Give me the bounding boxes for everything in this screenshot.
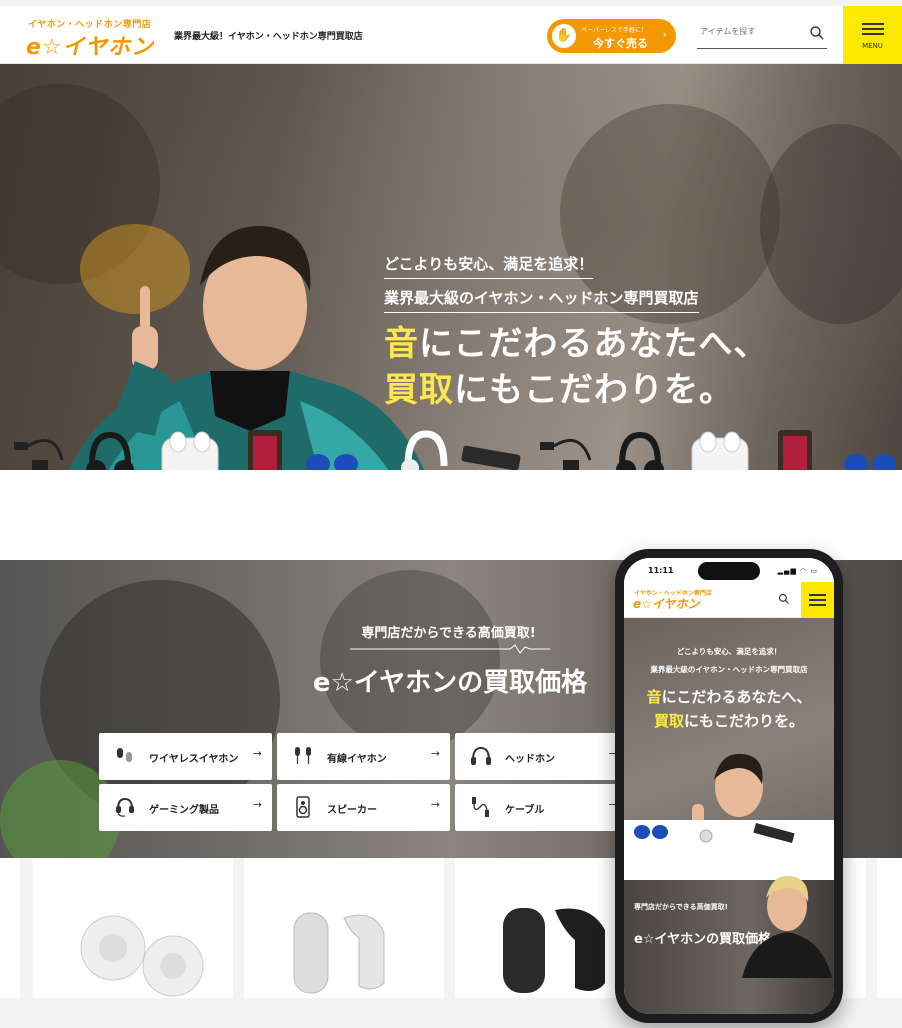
phone-product-row <box>634 813 795 844</box>
arrow-right-icon: → <box>252 747 262 760</box>
headphones-image <box>86 431 134 470</box>
category-wireless-earphones[interactable]: ワイヤレスイヤホン → <box>99 733 272 780</box>
hero-product-row <box>14 430 896 470</box>
hero-copy: どこよりも安心、満足を追求！ 業界最大級のイヤホン・ヘッドホン専門買取店 音にこ… <box>384 253 768 413</box>
hero-headline-line1: 音にこだわるあなたへ、 <box>384 324 769 364</box>
hamburger-icon <box>801 582 834 618</box>
speaker-icon <box>296 796 310 818</box>
in-ear-monitors-image <box>306 454 358 470</box>
music-player-image <box>248 430 282 470</box>
site-logo[interactable]: イヤホン・ヘッドホン専門店 e☆イヤホン <box>26 17 158 60</box>
phone-buy-kicker: 専門店だからできる高価買取! <box>634 903 728 911</box>
headphones-image-2 <box>616 431 664 470</box>
earbuds-case-image <box>161 431 219 470</box>
product-card[interactable] <box>244 858 444 998</box>
category-wired-earphones[interactable]: 有線イヤホン → <box>277 733 450 780</box>
open-ear-earbuds-image <box>80 915 204 997</box>
signal-wifi-battery-icon: ▂▄▆ ◠ ▭ <box>777 567 818 575</box>
product-card[interactable] <box>33 858 233 998</box>
wireless-earbuds-icon <box>117 748 132 762</box>
phone-hero-sub2: 業界最大級のイヤホン・ヘッドホン専門買取店 <box>650 665 808 674</box>
cable-icon <box>472 797 489 817</box>
adapter-cable-image <box>14 438 64 470</box>
dac-bar-image <box>461 445 521 470</box>
music-player-image-2 <box>778 430 812 470</box>
phone-mockup: 11:11 ▂▄▆ ◠ ▭ イヤホン・ヘッドホン専門店 e☆イヤホン どこよりも… <box>615 549 843 1023</box>
category-gaming[interactable]: ゲーミング製品 → <box>99 784 272 831</box>
sell-button-subtext: ペーパーレスで手軽に！ <box>581 27 647 34</box>
arrow-right-icon: → <box>252 798 262 811</box>
menu-label: MENU <box>862 42 883 50</box>
phone-header: イヤホン・ヘッドホン専門店 e☆イヤホン <box>624 582 834 618</box>
arrow-right-icon: → <box>430 798 440 811</box>
search-icon <box>778 593 789 604</box>
phone-buy-section: 専門店だからできる高価買取! e☆イヤホンの買取価格 <box>624 875 834 1014</box>
hero-headline-line2: 買取にもこだわりを。 <box>384 370 734 410</box>
sell-now-button[interactable]: ✋ ペーパーレスで手軽に！ 今すぐ売る › <box>547 19 676 53</box>
phone-hero-sub1: どこよりも安心、満足を追求！ <box>676 647 782 656</box>
header-tagline: 業界最大級！イヤホン・ヘッドホン専門買取店 <box>174 32 363 42</box>
phone-notch <box>698 562 760 580</box>
hero-banner: どこよりも安心、満足を追求！ 業界最大級のイヤホン・ヘッドホン専門買取店 音にこ… <box>0 64 902 470</box>
earbuds-case-image-2 <box>691 431 749 470</box>
gaming-headset-image <box>401 430 448 470</box>
phone-logo-wordmark: e☆イヤホン <box>633 597 700 611</box>
search-icon[interactable] <box>809 25 825 41</box>
gaming-headset-icon <box>116 797 134 817</box>
phone-hero-line2: 買取にもこだわりを。 <box>653 712 805 730</box>
chevron-right-icon: › <box>662 28 667 41</box>
waveform-divider-icon <box>350 644 550 654</box>
product-card[interactable] <box>0 858 20 998</box>
logo-wordmark: e☆イヤホン <box>26 35 154 60</box>
wired-earphones-icon <box>295 747 311 764</box>
hero-subheading-1: どこよりも安心、満足を追求！ <box>384 253 594 279</box>
buy-section-kicker: 専門店だからできる高価買取! <box>361 626 536 641</box>
arrow-right-icon: → <box>430 747 440 760</box>
category-headphones[interactable]: ヘッドホン → <box>455 733 628 780</box>
search-box <box>697 23 827 49</box>
search-input[interactable] <box>700 27 800 36</box>
phone-status-bar: 11:11 ▂▄▆ ◠ ▭ <box>624 558 834 582</box>
buy-section-title: e☆イヤホンの買取価格 <box>312 668 588 698</box>
phone-clock: 11:11 <box>648 566 674 575</box>
phone-buy-person-image <box>742 875 832 978</box>
headphones-icon <box>471 746 491 765</box>
phone-hero-line1: 音にこだわるあなたへ、 <box>646 688 812 706</box>
site-header: イヤホン・ヘッドホン専門店 e☆イヤホン 業界最大級！イヤホン・ヘッドホン専門買… <box>0 6 902 64</box>
product-card[interactable] <box>877 858 902 998</box>
hamburger-icon <box>862 23 884 35</box>
category-speakers[interactable]: スピーカー → <box>277 784 450 831</box>
phone-screen: 11:11 ▂▄▆ ◠ ▭ イヤホン・ヘッドホン専門店 e☆イヤホン どこよりも… <box>624 558 834 1014</box>
adapter-cable-image-2 <box>540 438 592 470</box>
hero-product-band <box>0 470 902 560</box>
menu-button[interactable]: MENU <box>843 6 902 64</box>
page: イヤホン・ヘッドホン専門店 e☆イヤホン 業界最大級！イヤホン・ヘッドホン専門買… <box>0 0 902 1028</box>
category-cables[interactable]: ケーブル → <box>455 784 628 831</box>
in-ear-monitors-image-2 <box>844 454 896 470</box>
hand-coin-icon: ✋ <box>552 24 576 48</box>
sell-button-label: 今すぐ売る <box>593 37 648 50</box>
hero-subheading-2: 業界最大級のイヤホン・ヘッドホン専門買取店 <box>384 287 699 313</box>
white-earbuds-image <box>293 912 385 994</box>
